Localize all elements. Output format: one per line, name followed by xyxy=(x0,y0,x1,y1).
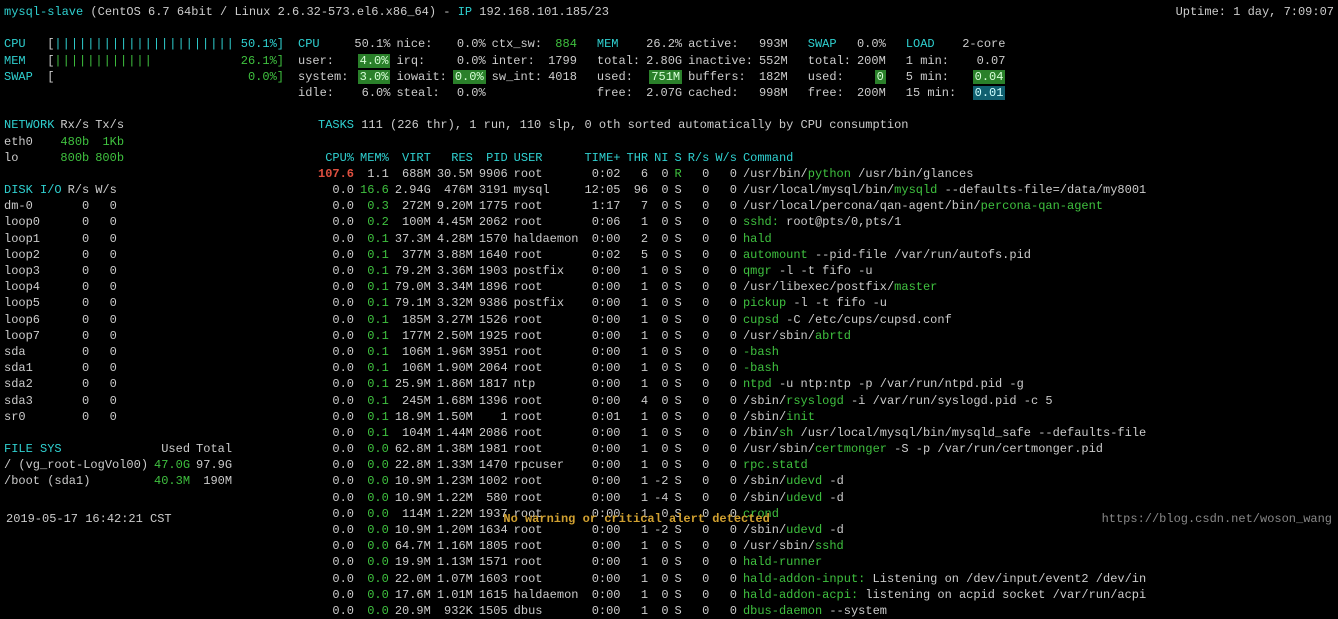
proc-row[interactable]: 0.0 0.1 106M 1.90M 2064 root 0:00 1 0 S … xyxy=(318,360,1152,376)
proc-row[interactable]: 0.0 0.3 272M 9.20M 1775 root 1:17 7 0 S … xyxy=(318,198,1152,214)
mem-bar-fill: |||||||||||| xyxy=(54,54,152,68)
proc-row[interactable]: 0.0 0.0 62.8M 1.38M 1981 root 0:00 1 0 S… xyxy=(318,441,1152,457)
disk-row: loop000 xyxy=(4,214,123,230)
hostname: mysql-slave xyxy=(4,5,83,19)
proc-row[interactable]: 0.0 0.0 10.9M 1.22M 580 root 0:00 1 -4 S… xyxy=(318,490,1152,506)
metrics-row: CPU [|||||||||||||||||||||| 50.1%] MEM [… xyxy=(4,36,1334,101)
swap-panel: SWAP0.0% total:200M used:0 free:200M xyxy=(808,36,906,101)
swap-bar-label: SWAP xyxy=(4,70,33,84)
proc-row[interactable]: 0.0 0.0 64.7M 1.16M 1805 root 0:00 1 0 S… xyxy=(318,538,1152,554)
proc-row[interactable]: 0.0 0.2 100M 4.45M 2062 root 0:06 1 0 S … xyxy=(318,214,1152,230)
ip-label: IP xyxy=(458,5,472,19)
disk-row: loop500 xyxy=(4,295,123,311)
proc-row[interactable]: 0.0 0.1 18.9M 1.50M 1 root 0:01 1 0 S 0 … xyxy=(318,409,1152,425)
left-column: NETWORKRx/sTx/seth0480b1Kblo800b800b DIS… xyxy=(4,117,318,619)
proc-row[interactable]: 0.0 0.0 10.9M 1.23M 1002 root 0:00 1 -2 … xyxy=(318,473,1152,489)
filesys-table: FILE SYSUsedTotal/ (vg_root-LogVol00)47.… xyxy=(4,441,238,490)
cpu-bar-label: CPU xyxy=(4,37,26,51)
disk-table: DISK I/OR/sW/sdm-000loop000loop100loop20… xyxy=(4,182,123,425)
proc-row[interactable]: 0.0 0.1 37.3M 4.28M 1570 haldaemon 0:00 … xyxy=(318,231,1152,247)
proc-row[interactable]: 0.0 0.1 377M 3.88M 1640 root 0:02 5 0 S … xyxy=(318,247,1152,263)
proc-row[interactable]: 0.0 0.1 177M 2.50M 1925 root 0:00 1 0 S … xyxy=(318,328,1152,344)
net-row: lo800b800b xyxy=(4,150,130,166)
tasks-title: TASKS xyxy=(318,118,354,132)
disk-row: loop100 xyxy=(4,231,123,247)
disk-row: sda300 xyxy=(4,393,123,409)
network-table: NETWORKRx/sTx/seth0480b1Kblo800b800b xyxy=(4,117,130,166)
disk-row: loop600 xyxy=(4,312,123,328)
cpu-panel: CPU50.1% nice:0.0% ctx_sw:884 user:4.0% … xyxy=(298,36,597,101)
proc-row[interactable]: 0.0 0.0 22.0M 1.07M 1603 root 0:00 1 0 S… xyxy=(318,571,1152,587)
disk-row: loop200 xyxy=(4,247,123,263)
source-url: https://blog.csdn.net/woson_wang xyxy=(1102,511,1332,527)
process-table[interactable]: CPU%MEM%VIRTRESPIDUSERTIME+THRNISR/sW/sC… xyxy=(318,150,1152,619)
proc-row[interactable]: 0.0 0.1 25.9M 1.86M 1817 ntp 0:00 1 0 S … xyxy=(318,376,1152,392)
proc-row[interactable]: 0.0 0.1 185M 3.27M 1526 root 0:00 1 0 S … xyxy=(318,312,1152,328)
proc-row[interactable]: 0.0 0.1 245M 1.68M 1396 root 0:00 4 0 S … xyxy=(318,393,1152,409)
disk-row: sda00 xyxy=(4,344,123,360)
proc-row[interactable]: 0.0 0.1 79.1M 3.32M 9386 postfix 0:00 1 … xyxy=(318,295,1152,311)
disk-row: loop300 xyxy=(4,263,123,279)
disk-row: dm-000 xyxy=(4,198,123,214)
disk-row: sda100 xyxy=(4,360,123,376)
proc-row[interactable]: 0.0 0.0 19.9M 1.13M 1571 root 0:00 1 0 S… xyxy=(318,554,1152,570)
title-bar: mysql-slave (CentOS 6.7 64bit / Linux 2.… xyxy=(4,4,1334,20)
os-info: (CentOS 6.7 64bit / Linux 2.6.32-573.el6… xyxy=(90,5,436,19)
disk-row: loop700 xyxy=(4,328,123,344)
proc-row[interactable]: 0.0 0.0 17.6M 1.01M 1615 haldaemon 0:00 … xyxy=(318,587,1152,603)
mem-bar-val: 26.1% xyxy=(241,54,277,68)
ip-value: 192.168.101.185/23 xyxy=(479,5,609,19)
cpu-bar-val: 50.1% xyxy=(241,37,277,51)
net-row: eth0480b1Kb xyxy=(4,134,130,150)
mem-bar-label: MEM xyxy=(4,54,26,68)
mem-panel: MEM26.2% active:993M total:2.80G inactiv… xyxy=(597,36,808,101)
bars-panel: CPU [|||||||||||||||||||||| 50.1%] MEM [… xyxy=(4,36,298,101)
swap-bar-val: 0.0% xyxy=(248,70,277,84)
alert-msg: No warning or critical alert detected xyxy=(503,511,769,527)
proc-row[interactable]: 0.0 0.0 20.9M 932K 1505 dbus 0:00 1 0 S … xyxy=(318,603,1152,619)
clock: 2019-05-17 16:42:21 CST xyxy=(6,511,172,527)
disk-row: sr000 xyxy=(4,409,123,425)
proc-row[interactable]: 0.0 0.1 104M 1.44M 2086 root 0:00 1 0 S … xyxy=(318,425,1152,441)
disk-row: loop400 xyxy=(4,279,123,295)
proc-row[interactable]: 0.0 0.1 79.2M 3.36M 1903 postfix 0:00 1 … xyxy=(318,263,1152,279)
proc-row[interactable]: 0.0 0.1 106M 1.96M 3951 root 0:00 1 0 S … xyxy=(318,344,1152,360)
fs-row: /boot (sda1)40.3M190M xyxy=(4,473,238,489)
load-panel: LOAD2-core 1 min:0.07 5 min:0.04 15 min:… xyxy=(906,36,1026,101)
disk-row: sda200 xyxy=(4,376,123,392)
tasks-line: 111 (226 thr), 1 run, 110 slp, 0 oth sor… xyxy=(361,118,908,132)
proc-row[interactable]: 0.0 0.0 22.8M 1.33M 1470 rpcuser 0:00 1 … xyxy=(318,457,1152,473)
proc-row[interactable]: 0.0 16.6 2.94G 476M 3191 mysql 12:05 96 … xyxy=(318,182,1152,198)
uptime: Uptime: 1 day, 7:09:07 xyxy=(1176,4,1334,20)
footer: 2019-05-17 16:42:21 CST No warning or cr… xyxy=(6,511,1332,527)
fs-row: / (vg_root-LogVol00)47.0G97.9G xyxy=(4,457,238,473)
proc-row[interactable]: 107.6 1.1 688M 30.5M 9906 root 0:02 6 0 … xyxy=(318,166,1152,182)
right-column: TASKS 111 (226 thr), 1 run, 110 slp, 0 o… xyxy=(318,117,1334,619)
cpu-bar-fill: |||||||||||||||||||||| xyxy=(54,37,234,51)
proc-row[interactable]: 0.0 0.1 79.0M 3.34M 1896 root 0:00 1 0 S… xyxy=(318,279,1152,295)
